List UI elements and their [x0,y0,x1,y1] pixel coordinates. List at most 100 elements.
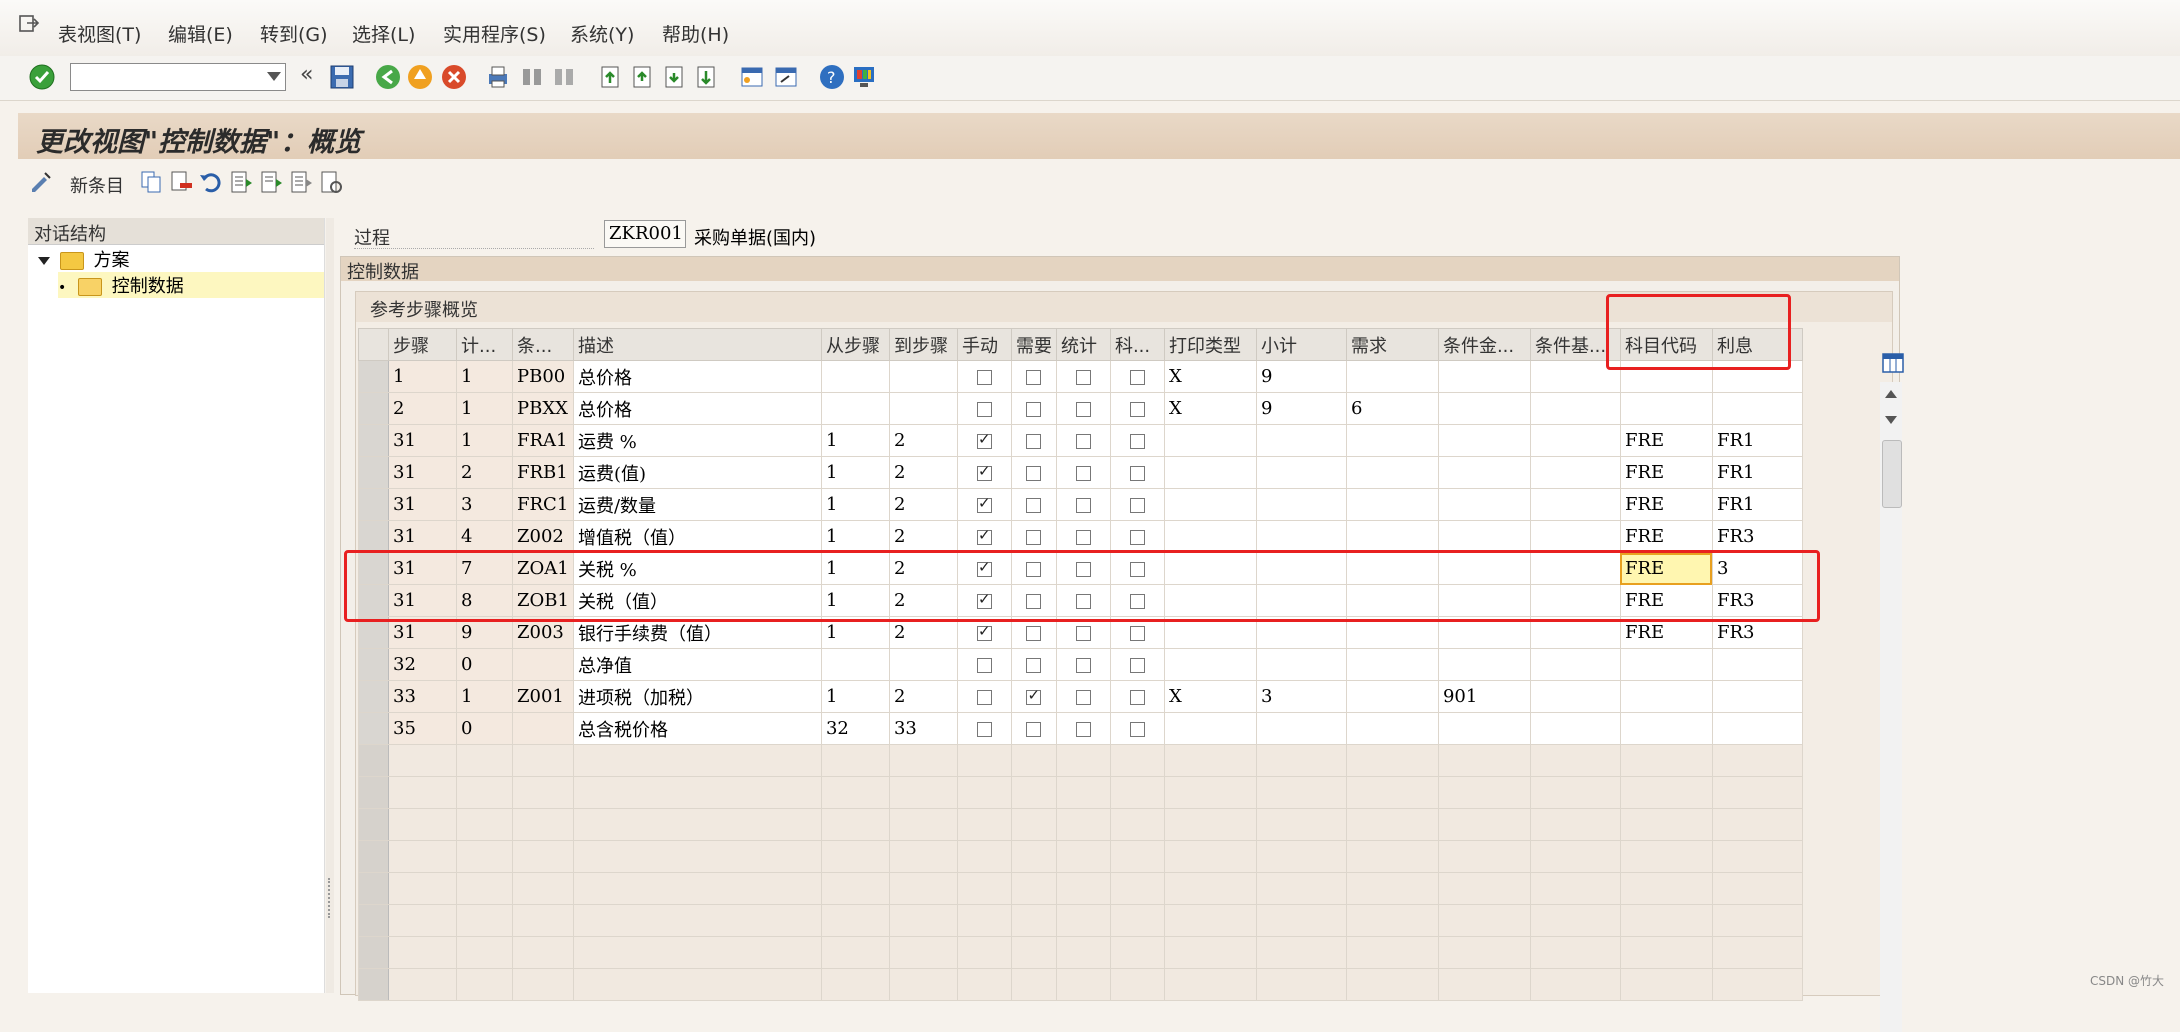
menu-table-view[interactable]: 表视图(T) [58,20,141,47]
find-next-icon[interactable] [550,63,578,91]
cell-req[interactable] [1345,488,1439,521]
cell-ctype[interactable]: Z002 [512,520,574,553]
empty-cell[interactable] [1163,776,1257,809]
table-settings-icon[interactable] [1882,352,1904,374]
manual-checkbox[interactable] [976,462,992,481]
new-entries-button[interactable]: 新条目 [70,172,124,198]
empty-cell[interactable] [1437,872,1531,905]
empty-cell[interactable] [512,872,574,905]
empty-cell[interactable] [1010,744,1057,777]
empty-cell[interactable] [1163,904,1257,937]
empty-cell[interactable] [956,840,1012,873]
scroll-down-icon[interactable] [1885,416,1897,424]
empty-cell[interactable] [1711,968,1803,1001]
empty-cell[interactable] [1255,808,1347,841]
row-selector[interactable] [358,840,389,873]
empty-cell[interactable] [1010,968,1057,1001]
empty-cell[interactable] [956,744,1012,777]
acct-checkbox[interactable] [1129,689,1145,705]
empty-cell[interactable] [1437,904,1531,937]
empty-cell[interactable] [512,936,574,969]
empty-cell[interactable] [1711,872,1803,905]
manual-checkbox[interactable] [976,401,992,417]
stat-checkbox[interactable] [1075,625,1091,641]
empty-cell[interactable] [1345,936,1439,969]
copy-icon[interactable] [138,169,164,195]
cell-altbase[interactable] [1529,680,1621,713]
empty-cell[interactable] [1010,776,1057,809]
command-field[interactable] [70,63,286,91]
cell-accrual[interactable]: FR1 [1711,456,1803,489]
cell-accrual[interactable] [1711,648,1803,681]
shortcut-icon[interactable] [772,63,800,91]
previous-page-icon[interactable] [628,63,656,91]
empty-cell[interactable] [1619,840,1713,873]
empty-cell[interactable] [1711,936,1803,969]
empty-cell[interactable] [1345,904,1439,937]
stat-checkbox[interactable] [1075,465,1091,481]
cell-desc[interactable]: 运费 % [572,424,822,457]
empty-cell[interactable] [456,776,513,809]
empty-cell[interactable] [1619,872,1713,905]
column-header[interactable]: 条... [512,328,574,361]
cell-altamt[interactable] [1437,424,1531,457]
empty-cell[interactable] [456,840,513,873]
cell-altbase[interactable] [1529,424,1621,457]
empty-cell[interactable] [1010,872,1057,905]
empty-cell[interactable] [1345,776,1439,809]
row-selector[interactable] [358,968,389,1001]
cell-altamt[interactable] [1437,360,1531,393]
empty-cell[interactable] [1619,936,1713,969]
cell-subtotal[interactable] [1255,424,1347,457]
cell-subtotal[interactable] [1255,520,1347,553]
acct-checkbox[interactable] [1129,529,1145,545]
menu-utilities[interactable]: 实用程序(S) [443,20,546,47]
empty-cell[interactable] [512,840,574,873]
empty-cell[interactable] [888,808,958,841]
empty-cell[interactable] [1055,904,1111,937]
cell-altamt[interactable] [1437,456,1531,489]
empty-cell[interactable] [572,776,822,809]
empty-cell[interactable] [456,872,513,905]
empty-cell[interactable] [1055,936,1111,969]
cell-from[interactable]: 1 [820,456,890,489]
cell-desc[interactable]: 总价格 [572,392,822,425]
empty-cell[interactable] [1345,744,1439,777]
empty-cell[interactable] [388,872,457,905]
stat-checkbox[interactable] [1075,721,1091,737]
empty-cell[interactable] [820,744,890,777]
cell-desc[interactable]: 总净值 [572,648,822,681]
empty-cell[interactable] [456,968,513,1001]
empty-cell[interactable] [512,808,574,841]
required-checkbox[interactable] [1026,497,1042,513]
acct-checkbox[interactable] [1129,401,1145,417]
cell-altbase[interactable] [1529,488,1621,521]
cell-req[interactable] [1345,680,1439,713]
cell-req[interactable] [1345,360,1439,393]
empty-cell[interactable] [820,936,890,969]
manual-checkbox[interactable] [976,526,992,545]
column-header[interactable]: 条件金... [1437,328,1531,361]
empty-cell[interactable] [1010,840,1057,873]
cell-ctype[interactable] [512,712,574,745]
menu-exit-icon[interactable] [18,14,40,34]
row-selector[interactable] [358,776,389,809]
table-vertical-scrollbar[interactable] [1880,382,1902,1032]
empty-cell[interactable] [820,904,890,937]
empty-cell[interactable] [888,872,958,905]
required-checkbox[interactable] [1026,465,1042,481]
cell-to[interactable]: 2 [888,520,958,553]
column-header[interactable]: 从步骤 [820,328,890,361]
cell-counter[interactable]: 3 [456,488,513,521]
column-header[interactable]: 小计 [1255,328,1347,361]
cell-desc[interactable]: 总含税价格 [572,712,822,745]
manual-checkbox[interactable] [976,494,992,513]
cell-ctype[interactable]: FRB1 [512,456,574,489]
acct-checkbox[interactable] [1129,497,1145,513]
cell-acctkey[interactable] [1619,392,1713,425]
empty-cell[interactable] [1529,968,1621,1001]
empty-cell[interactable] [1109,808,1165,841]
empty-cell[interactable] [1163,840,1257,873]
empty-cell[interactable] [820,776,890,809]
cell-acctkey[interactable] [1619,712,1713,745]
